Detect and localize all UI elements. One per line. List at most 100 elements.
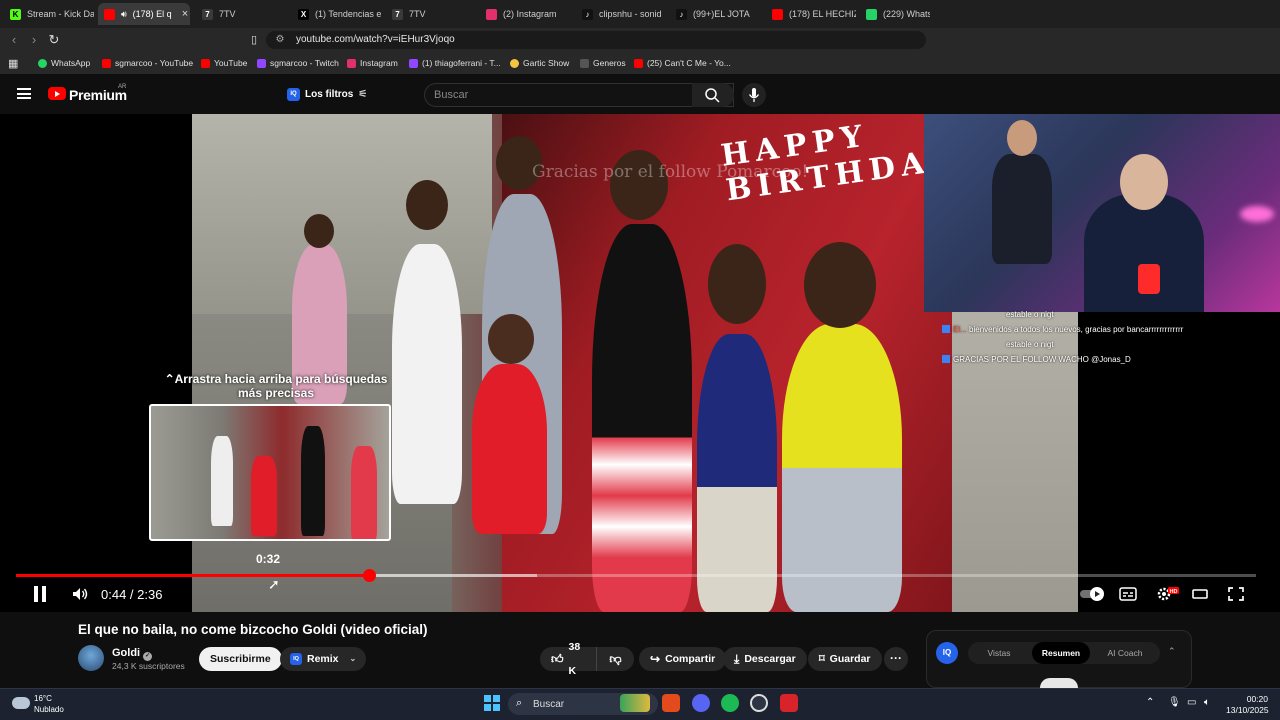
- autoplay-toggle[interactable]: [1080, 586, 1108, 602]
- share-button[interactable]: ↪ Compartir: [639, 647, 727, 671]
- channel-avatar[interactable]: [78, 645, 104, 671]
- bookmark-gartic[interactable]: Gartic Show: [510, 56, 569, 70]
- tab-youtube-2[interactable]: (178) EL HECHIZ: [766, 3, 856, 25]
- tab-x[interactable]: X (1) Tendencias en: [292, 3, 382, 25]
- whatsapp-icon: [866, 8, 877, 20]
- obs-icon[interactable]: [750, 694, 768, 712]
- tab-tiktok-2[interactable]: ♪ (99+)EL JOTA: [670, 3, 758, 25]
- clock-time[interactable]: 00:20: [1234, 694, 1268, 704]
- child: [301, 426, 325, 536]
- pause-button[interactable]: [32, 586, 48, 603]
- search-input[interactable]: [424, 83, 734, 107]
- tab-instagram[interactable]: (2) Instagram: [480, 3, 566, 25]
- tab-label: Stream - Kick Da: [27, 9, 94, 19]
- channel-name[interactable]: Goldi ✓: [112, 647, 153, 661]
- tab-tiktok[interactable]: ♪ clipsnhu - sonid: [576, 3, 662, 25]
- thumbs-up-icon: 👍︎: [551, 652, 564, 666]
- cloud-icon[interactable]: [12, 697, 30, 709]
- stream-chat-overlay: estable o nigt El... bienvenidos a todos…: [938, 310, 1278, 370]
- more-actions-button[interactable]: ···: [884, 647, 908, 671]
- bookmark-cant-c-me[interactable]: (25) Can't C Me - Yo...: [634, 56, 731, 70]
- subtitles-button[interactable]: [1119, 586, 1137, 602]
- spotify-icon[interactable]: [721, 694, 739, 712]
- fullscreen-button[interactable]: [1227, 586, 1245, 602]
- chevron-down-icon: ⌄: [349, 654, 357, 663]
- chevron-up-icon[interactable]: ⌃: [1168, 646, 1176, 657]
- youtube-icon: [634, 58, 643, 68]
- clock-date[interactable]: 13/10/2025: [1226, 705, 1269, 715]
- close-tab-icon[interactable]: ×: [182, 8, 188, 20]
- speaker-icon[interactable]: 🔈︎: [1204, 697, 1210, 708]
- youtube-icon: [102, 58, 111, 68]
- tab-youtube-active[interactable]: 🔊︎ (178) El q ×: [98, 3, 190, 25]
- bookmark-instagram[interactable]: Instagram: [347, 56, 398, 70]
- theater-mode-button[interactable]: [1191, 586, 1209, 602]
- apps-grid-icon[interactable]: ▦: [8, 56, 18, 70]
- microphone-icon[interactable]: 🎙︎: [1168, 697, 1181, 708]
- bookmark-thiagoferrani[interactable]: (1) thiagoferrani - T...: [409, 56, 501, 70]
- bookmark-youtube[interactable]: YouTube: [201, 56, 247, 70]
- reload-icon[interactable]: ↻: [46, 32, 62, 48]
- subscribe-button[interactable]: Suscribirme: [199, 647, 282, 671]
- tab-7tv-2[interactable]: 7 7TV: [386, 3, 472, 25]
- chevron-up-icon[interactable]: ⌃: [1146, 697, 1154, 708]
- youtube-logo-icon[interactable]: [48, 87, 66, 100]
- filters-button[interactable]: IQ Los filtros ⚟: [287, 84, 367, 104]
- like-count: 38 K: [568, 641, 581, 677]
- iq-icon: IQ: [290, 653, 302, 665]
- streamer-webcam: [924, 114, 1280, 312]
- voice-search-button[interactable]: [742, 83, 766, 107]
- child: [782, 324, 902, 612]
- menu-icon[interactable]: [17, 88, 31, 99]
- address-bar: ‹ › ↻ ▯ ⚙ youtube.com/watch?v=iEHur3Vjoq…: [0, 28, 1280, 52]
- brave-browser-icon[interactable]: [662, 694, 680, 712]
- search-button[interactable]: [692, 83, 734, 107]
- person-head: [1007, 120, 1037, 156]
- instagram-icon: [486, 8, 497, 20]
- tab-whatsapp[interactable]: (229) WhatsA: [860, 3, 930, 25]
- x-icon: X: [298, 8, 309, 20]
- mouse-cursor-icon: ➚: [268, 576, 280, 592]
- verified-icon: ✓: [143, 652, 153, 661]
- bookmark-sgmarcoo-twitch[interactable]: sgmarcoo - Twitch: [257, 56, 339, 70]
- autoplay-icon: [1080, 587, 1104, 601]
- tab-7tv[interactable]: 7 7TV: [196, 3, 282, 25]
- volume-button[interactable]: [71, 585, 89, 603]
- remix-button[interactable]: IQ Remix ⌄: [280, 647, 367, 671]
- site-info-icon[interactable]: ⚙: [272, 32, 288, 48]
- taskbar-search-label: Buscar: [533, 699, 565, 710]
- dislike-button[interactable]: 👎︎: [596, 647, 634, 671]
- discord-icon[interactable]: [692, 694, 710, 712]
- save-button[interactable]: ⌑ Guardar: [808, 647, 882, 671]
- url-text: youtube.com/watch?v=iEHur3Vjoqo: [296, 34, 455, 45]
- start-button[interactable]: [484, 695, 500, 711]
- folder-icon: [580, 58, 589, 68]
- bookmark-icon[interactable]: ▯: [246, 32, 262, 48]
- like-button[interactable]: 👍︎ 38 K: [540, 641, 596, 677]
- tab-ai-coach[interactable]: AI Coach: [1094, 642, 1156, 664]
- app-icon[interactable]: [780, 694, 798, 712]
- progress-bar[interactable]: [16, 569, 1256, 582]
- bookmark-label: sgmarcoo - Twitch: [270, 58, 339, 68]
- forward-icon[interactable]: ›: [26, 32, 42, 48]
- bookmark-sgmarcoo-youtube[interactable]: sgmarcoo - YouTube: [102, 56, 193, 70]
- bookmark-label: sgmarcoo - YouTube: [115, 58, 194, 68]
- chat-message: estable o nigt: [1006, 310, 1054, 319]
- bookmark-generos[interactable]: Generos: [580, 56, 626, 70]
- network-icon[interactable]: ▭: [1187, 697, 1196, 708]
- tab-kick[interactable]: K Stream - Kick Da: [4, 3, 94, 25]
- bookmark-whatsapp[interactable]: WhatsApp: [38, 56, 90, 70]
- child-head: [304, 214, 334, 248]
- widgets-icon[interactable]: [620, 694, 650, 712]
- back-icon[interactable]: ‹: [6, 32, 22, 48]
- preview-timestamp: 0:32: [256, 552, 281, 566]
- tab-vistas[interactable]: Vistas: [972, 642, 1026, 664]
- iq-icon: IQ: [287, 87, 300, 101]
- tab-resumen[interactable]: Resumen: [1032, 642, 1090, 664]
- search-icon: ⌕: [516, 697, 523, 709]
- badge-icon: [942, 355, 950, 363]
- settings-button[interactable]: HD: [1155, 586, 1179, 602]
- download-button[interactable]: ⤓ Descargar: [723, 647, 807, 671]
- bookmark-label: Gartic Show: [523, 58, 570, 68]
- iq-logo-icon[interactable]: IQ: [936, 642, 958, 664]
